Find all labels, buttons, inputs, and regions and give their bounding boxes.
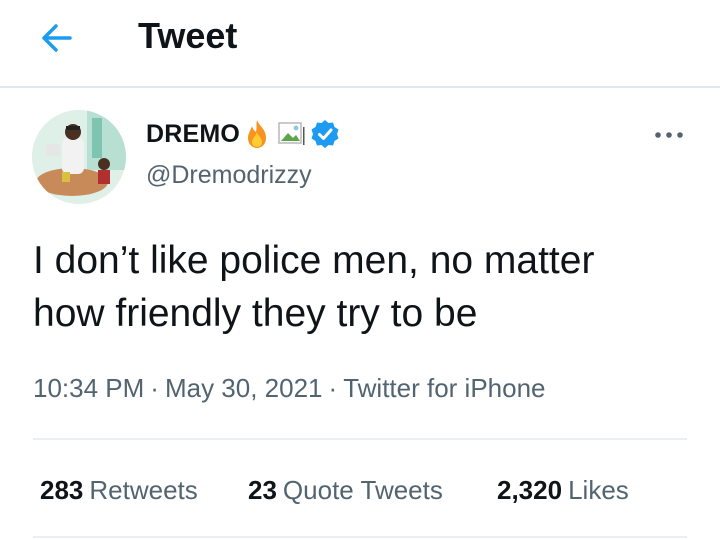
likes-stat[interactable]: 2,320 Likes [497, 472, 629, 508]
quote-tweets-stat[interactable]: 23 Quote Tweets [248, 472, 443, 508]
fire-icon [248, 120, 267, 148]
tweet-metadata: 10:34 PM · May 30, 2021 · Twitter for iPhone [33, 370, 546, 406]
broken-image-icon [278, 122, 305, 145]
retweets-count: 283 [40, 475, 84, 505]
more-dots-icon [655, 132, 683, 138]
retweets-label: Retweets [89, 475, 198, 505]
likes-count: 2,320 [497, 475, 563, 505]
tweet-text-line: I don’t like police men, no matter [33, 239, 595, 282]
arrow-left-icon [42, 24, 72, 52]
top-bar: Tweet [0, 0, 720, 88]
back-button[interactable] [34, 18, 82, 58]
divider [33, 536, 687, 538]
tweet-time[interactable]: 10:34 PM [33, 373, 144, 403]
author-name-row[interactable]: DREMO [146, 116, 340, 152]
more-options-button[interactable] [648, 120, 692, 150]
likes-label: Likes [568, 475, 629, 505]
quotes-count: 23 [248, 475, 277, 505]
separator-dot: · [328, 373, 338, 403]
tweet-text: I don’t like police men, no matter how f… [33, 234, 693, 340]
avatar[interactable] [32, 110, 126, 204]
retweets-stat[interactable]: 283 Retweets [40, 472, 198, 508]
verified-badge-icon [311, 120, 339, 148]
quotes-label: Quote Tweets [282, 475, 443, 505]
page-title: Tweet [138, 15, 238, 56]
divider [33, 438, 687, 440]
tweet-source[interactable]: Twitter for iPhone [343, 373, 545, 403]
tweet-date[interactable]: May 30, 2021 [165, 373, 323, 403]
user-handle[interactable]: @Dremodrizzy [146, 158, 312, 192]
tweet-text-line: how friendly they try to be [33, 292, 478, 335]
avatar-image [32, 110, 126, 204]
separator-dot: · [150, 373, 159, 403]
display-name[interactable]: DREMO [146, 120, 240, 149]
